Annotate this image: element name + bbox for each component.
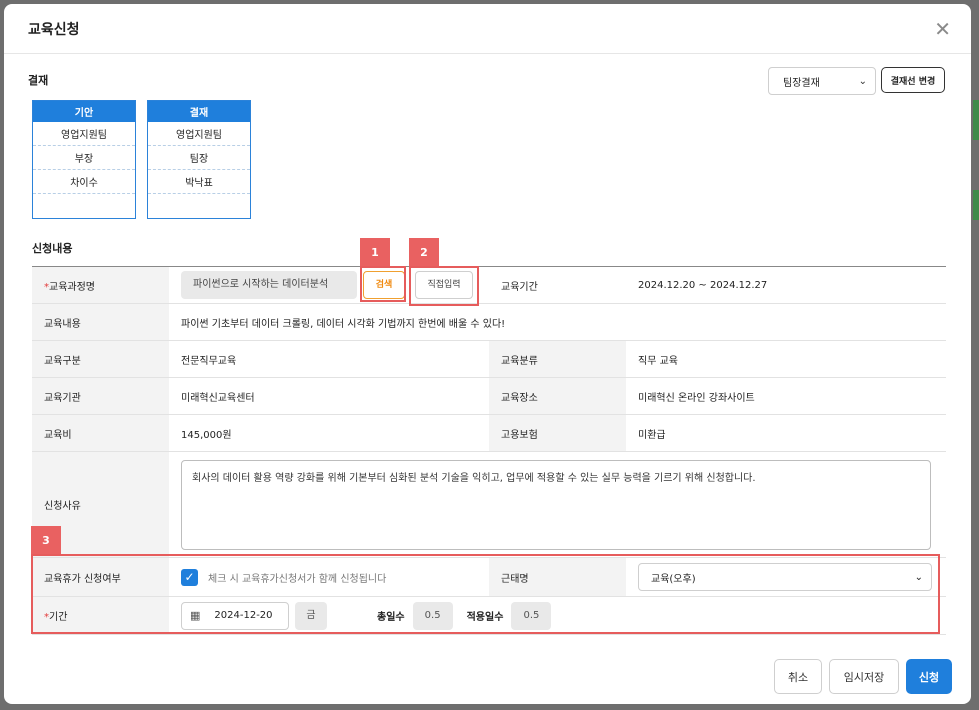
approver-position: 팀장 <box>148 146 250 170</box>
approval-line-select[interactable]: 팀장결재 ⌄ <box>768 67 876 95</box>
form-row: 교육구분 전문직무교육 교육분류 직무 교육 <box>32 340 946 378</box>
fee-value: 145,000원 <box>169 414 489 452</box>
classification-label: 교육분류 <box>489 340 626 378</box>
chevron-down-icon: ⌄ <box>858 75 867 87</box>
institution-label: 교육기관 <box>32 377 169 415</box>
insurance-label: 고용보험 <box>489 414 626 452</box>
location-label: 교육장소 <box>489 377 626 415</box>
background-edge <box>973 190 979 220</box>
highlight-tag-1: 1 <box>360 238 390 266</box>
content-value: 파이썬 기초부터 데이터 크롤링, 데이터 시각화 기법까지 한번에 배울 수 … <box>169 303 946 341</box>
drafter-box: 기안 영업지원팀 부장 차이수 <box>32 100 136 219</box>
approval-line-value: 팀장결재 <box>783 77 820 89</box>
category-value: 전문직무교육 <box>169 340 489 378</box>
drafter-name: 차이수 <box>33 170 135 194</box>
category-label: 교육구분 <box>32 340 169 378</box>
highlight-box-1 <box>360 266 406 302</box>
highlight-box-2 <box>409 266 479 306</box>
classification-value: 직무 교육 <box>626 340 946 378</box>
institution-value: 미래혁신교육센터 <box>169 377 489 415</box>
cancel-button[interactable]: 취소 <box>774 659 822 694</box>
approver-box: 결재 영업지원팀 팀장 박낙표 <box>147 100 251 219</box>
fee-label: 교육비 <box>32 414 169 452</box>
education-application-dialog: 교육신청 ✕ 결재 팀장결재 ⌄ 결재선 변경 기안 영업지원팀 부장 차이수 … <box>4 4 971 704</box>
background-edge <box>973 100 979 140</box>
highlight-tag-3: 3 <box>31 526 61 554</box>
highlight-box-3 <box>31 554 940 634</box>
form-row: 신청사유 회사의 데이터 활용 역량 강화를 위해 기본부터 심화된 분석 기술… <box>32 451 946 558</box>
course-name-label: *교육과정명 <box>32 266 169 304</box>
application-section-title: 신청내용 <box>32 242 73 255</box>
close-icon[interactable]: ✕ <box>934 19 951 39</box>
approval-line-change-button[interactable]: 결재선 변경 <box>881 67 945 93</box>
content-label: 교육내용 <box>32 303 169 341</box>
period-label: 교육기간 <box>489 266 626 304</box>
form-row: 교육비 145,000원 고용보험 미환급 <box>32 414 946 452</box>
form-row: *교육과정명 파이썬으로 시작하는 데이터분석 검색 직접입력 교육기간 2024.… <box>32 266 946 304</box>
approver-header: 결재 <box>148 101 250 122</box>
approval-section-title: 결재 <box>28 74 49 87</box>
dialog-title: 교육신청 <box>28 21 80 38</box>
reason-textarea[interactable]: 회사의 데이터 활용 역량 강화를 위해 기본부터 심화된 분석 기술을 익히고… <box>181 459 931 550</box>
form-row: 교육기관 미래혁신교육센터 교육장소 미래혁신 온라인 강좌사이트 <box>32 377 946 415</box>
temp-save-button[interactable]: 임시저장 <box>829 659 899 694</box>
dialog-header: 교육신청 ✕ <box>4 4 971 54</box>
form-row: 교육내용 파이썬 기초부터 데이터 크롤링, 데이터 시각화 기법까지 한번에 … <box>32 303 946 341</box>
drafter-position: 부장 <box>33 146 135 170</box>
approver-dept: 영업지원팀 <box>148 122 250 146</box>
reason-cell: 회사의 데이터 활용 역량 강화를 위해 기본부터 심화된 분석 기술을 익히고… <box>169 451 946 558</box>
period-value: 2024.12.20 ~ 2024.12.27 <box>626 266 946 304</box>
drafter-header: 기안 <box>33 101 135 122</box>
drafter-dept: 영업지원팀 <box>33 122 135 146</box>
submit-button[interactable]: 신청 <box>906 659 952 694</box>
highlight-tag-2: 2 <box>409 238 439 266</box>
approver-name: 박낙표 <box>148 170 250 194</box>
location-value: 미래혁신 온라인 강좌사이트 <box>626 377 946 415</box>
course-name-input[interactable]: 파이썬으로 시작하는 데이터분석 <box>181 271 357 299</box>
insurance-value: 미환급 <box>626 414 946 452</box>
